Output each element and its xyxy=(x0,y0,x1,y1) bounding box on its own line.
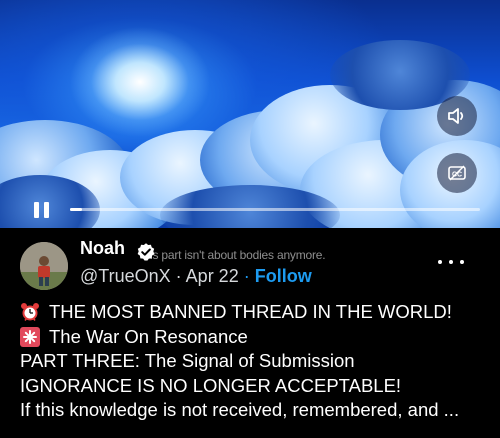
author-name[interactable]: Noah xyxy=(80,238,125,259)
more-dot-icon xyxy=(449,260,453,264)
avatar[interactable] xyxy=(20,242,68,290)
alarm-clock-emoji xyxy=(21,303,39,322)
follow-button[interactable]: Follow xyxy=(255,266,312,286)
pause-icon xyxy=(34,202,39,218)
avatar-image xyxy=(20,242,68,290)
captions-button[interactable]: CC xyxy=(437,153,477,193)
video-progress-fill xyxy=(70,208,83,211)
pause-icon xyxy=(44,202,49,218)
more-options-button[interactable] xyxy=(438,254,464,270)
pause-button[interactable] xyxy=(31,200,53,220)
meta-separator: · xyxy=(243,266,250,286)
meta-separator: · xyxy=(175,266,182,286)
post-line: If this knowledge is not received, remem… xyxy=(20,398,490,423)
post-line: IGNORANCE IS NO LONGER ACCEPTABLE! xyxy=(20,374,490,399)
post-line-text: If this knowledge is not received, remem… xyxy=(20,399,460,420)
video-caption-overlay: is part isn't about bodies anymore. xyxy=(150,248,326,262)
post-line-text: THE MOST BANNED THREAD IN THE WORLD! xyxy=(49,301,452,322)
verified-badge-icon xyxy=(137,243,155,261)
video-player[interactable]: CC xyxy=(0,0,500,228)
volume-button[interactable] xyxy=(437,96,477,136)
post-line: THE MOST BANNED THREAD IN THE WORLD! xyxy=(20,300,490,325)
post-line-text: IGNORANCE IS NO LONGER ACCEPTABLE! xyxy=(20,374,402,396)
post-line: PART THREE: The Signal of Submission xyxy=(20,349,490,374)
post-line-text: The War On Resonance xyxy=(49,325,248,347)
author-meta-row: @TrueOnX · Apr 22 · Follow xyxy=(80,266,312,287)
more-dot-icon xyxy=(438,260,442,264)
author-handle[interactable]: @TrueOnX xyxy=(80,266,171,286)
post-line-text: PART THREE: The Signal of Submission xyxy=(20,350,355,371)
post-body: THE MOST BANNED THREAD IN THE WORLD! The… xyxy=(20,300,490,423)
closed-captions-icon: CC xyxy=(448,165,466,181)
eight-spoked-asterisk-emoji xyxy=(20,326,40,347)
more-dot-icon xyxy=(460,260,464,264)
post-date[interactable]: Apr 22 xyxy=(186,266,239,286)
post-line: The War On Resonance xyxy=(20,325,490,350)
video-progress-bar[interactable] xyxy=(70,208,480,211)
speaker-volume-icon xyxy=(448,108,464,124)
